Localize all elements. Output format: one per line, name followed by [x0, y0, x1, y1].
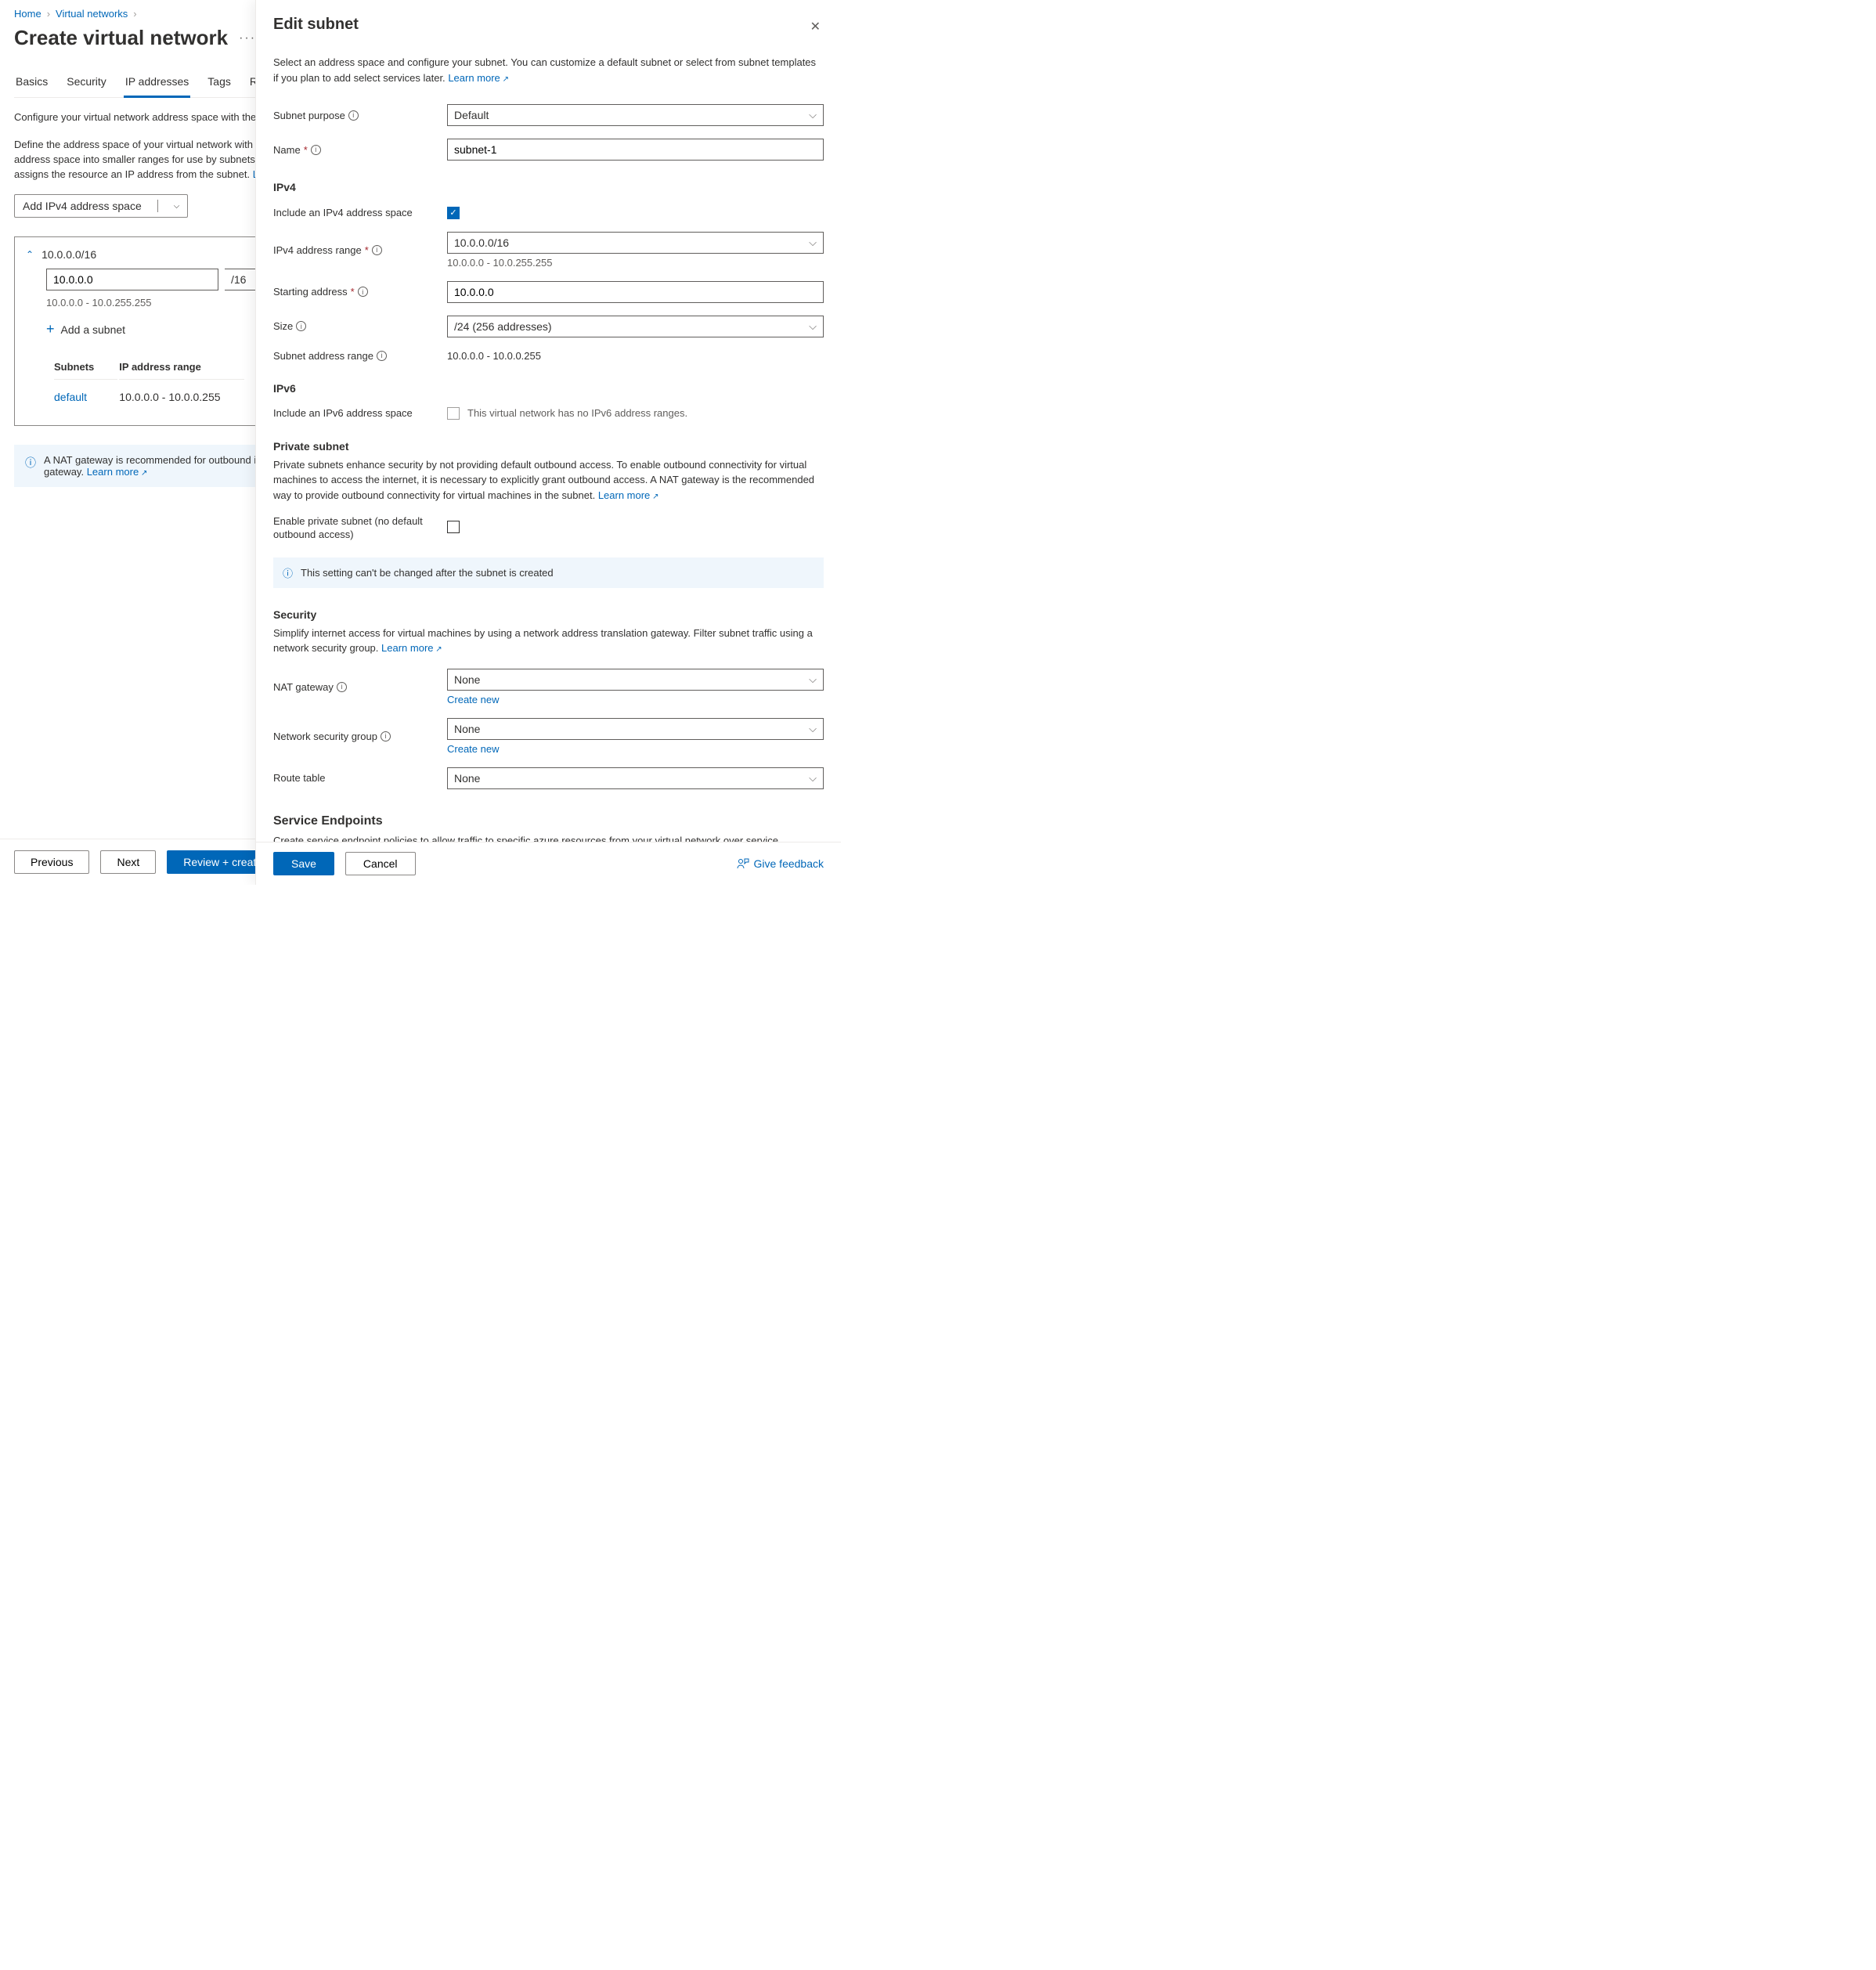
info-icon[interactable]: i — [377, 351, 387, 361]
info-icon[interactable]: i — [372, 245, 382, 255]
route-table-dropdown[interactable]: None — [447, 767, 824, 789]
private-info-banner: ⓘ This setting can't be changed after th… — [273, 557, 824, 588]
label-nsg: Network security groupi — [273, 731, 447, 742]
page-title: Create virtual network — [14, 26, 228, 50]
info-icon[interactable]: i — [348, 110, 359, 121]
learn-more-link[interactable]: Learn more — [87, 466, 148, 478]
label-include-ipv6: Include an IPv6 address space — [273, 407, 447, 419]
close-icon[interactable]: ✕ — [807, 16, 824, 38]
info-icon: ⓘ — [283, 565, 293, 580]
subnet-table: Subnets IP address range default 10.0.0.… — [52, 353, 246, 411]
feedback-label: Give feedback — [754, 857, 824, 870]
learn-more-link[interactable]: Learn more — [598, 489, 659, 501]
give-feedback-link[interactable]: Give feedback — [737, 857, 824, 870]
info-icon: ⓘ — [25, 455, 36, 471]
subnet-address-range-value: 10.0.0.0 - 10.0.0.255 — [447, 350, 541, 362]
crumb-home[interactable]: Home — [14, 8, 41, 20]
section-security: Security — [273, 608, 824, 621]
ipv6-note: This virtual network has no IPv6 address… — [467, 407, 687, 419]
name-input[interactable] — [447, 139, 824, 161]
label-subnet-address-range: Subnet address rangei — [273, 350, 447, 362]
security-desc: Simplify internet access for virtual mac… — [273, 626, 824, 656]
include-ipv4-checkbox[interactable]: ✓ — [447, 207, 460, 219]
subnet-range: 10.0.0.0 - 10.0.0.255 — [119, 381, 244, 410]
panel-title: Edit subnet — [273, 16, 359, 34]
info-icon[interactable]: i — [296, 321, 306, 331]
info-icon[interactable]: i — [311, 145, 321, 155]
cancel-button[interactable]: Cancel — [345, 852, 416, 875]
ipv4-range-hint: 10.0.0.0 - 10.0.255.255 — [447, 257, 824, 269]
enable-private-checkbox[interactable] — [447, 521, 460, 533]
learn-more-link[interactable]: Learn more — [448, 72, 509, 84]
label-include-ipv4: Include an IPv4 address space — [273, 207, 447, 218]
private-subnet-desc: Private subnets enhance security by not … — [273, 457, 824, 503]
tab-ip-addresses[interactable]: IP addresses — [124, 75, 190, 98]
chevron-down-icon[interactable]: ⌵ — [174, 202, 180, 211]
save-button[interactable]: Save — [273, 852, 334, 875]
private-info-text: This setting can't be changed after the … — [301, 567, 554, 579]
previous-button[interactable]: Previous — [14, 850, 89, 874]
chevron-right-icon: › — [47, 8, 50, 20]
tab-basics[interactable]: Basics — [14, 75, 49, 97]
address-range: 10.0.0.0 - 10.0.255.255 — [46, 297, 151, 308]
address-cidr: 10.0.0.0/16 — [41, 248, 96, 261]
table-row: default 10.0.0.0 - 10.0.0.255 — [54, 381, 244, 410]
next-button[interactable]: Next — [100, 850, 156, 874]
label-subnet-purpose: Subnet purposei — [273, 110, 447, 121]
label-route-table: Route table — [273, 772, 447, 784]
crumb-vnets[interactable]: Virtual networks — [56, 8, 128, 20]
ipv4-range-dropdown[interactable]: 10.0.0.0/16 — [447, 232, 824, 254]
person-feedback-icon — [737, 857, 749, 870]
label-name: Name*i — [273, 144, 447, 156]
learn-more-link[interactable]: Learn more — [381, 642, 442, 654]
create-new-nat-link[interactable]: Create new — [447, 694, 499, 705]
collapse-icon[interactable]: ⌃ — [26, 249, 34, 260]
divider — [157, 200, 158, 212]
label-ipv4-range: IPv4 address range*i — [273, 244, 447, 256]
nsg-dropdown[interactable]: None — [447, 718, 824, 740]
tab-tags[interactable]: Tags — [206, 75, 233, 97]
label-enable-private: Enable private subnet (no default outbou… — [273, 515, 447, 542]
label-nat-gateway: NAT gatewayi — [273, 681, 447, 693]
subnet-purpose-dropdown[interactable]: Default — [447, 104, 824, 126]
address-ip-input[interactable] — [46, 269, 218, 290]
add-subnet-label: Add a subnet — [61, 323, 126, 336]
edit-subnet-panel: Edit subnet ✕ Select an address space an… — [255, 0, 841, 885]
panel-footer: Save Cancel Give feedback — [256, 842, 841, 885]
label-size: Sizei — [273, 320, 447, 332]
nat-gateway-dropdown[interactable]: None — [447, 669, 824, 691]
section-service-endpoints: Service Endpoints — [273, 814, 824, 828]
col-subnets: Subnets — [54, 355, 117, 380]
add-ipv4-space-button[interactable]: Add IPv4 address space ⌵ — [14, 194, 188, 218]
info-icon[interactable]: i — [337, 682, 347, 692]
create-new-nsg-link[interactable]: Create new — [447, 743, 499, 755]
section-ipv6: IPv6 — [273, 382, 824, 395]
tab-security[interactable]: Security — [65, 75, 108, 97]
label-starting-address: Starting address*i — [273, 286, 447, 298]
subnet-link-default[interactable]: default — [54, 391, 87, 403]
panel-description: Select an address space and configure yo… — [273, 55, 824, 85]
info-icon[interactable]: i — [381, 731, 391, 741]
section-private-subnet: Private subnet — [273, 440, 824, 453]
add-space-label: Add IPv4 address space — [23, 200, 142, 212]
col-range: IP address range — [119, 355, 244, 380]
include-ipv6-checkbox — [447, 407, 460, 420]
section-ipv4: IPv4 — [273, 181, 824, 193]
size-dropdown[interactable]: /24 (256 addresses) — [447, 316, 824, 337]
info-icon[interactable]: i — [358, 287, 368, 297]
chevron-right-icon: › — [133, 8, 136, 20]
more-icon[interactable]: ··· — [239, 31, 256, 45]
plus-icon: + — [46, 321, 55, 337]
starting-address-input[interactable] — [447, 281, 824, 303]
